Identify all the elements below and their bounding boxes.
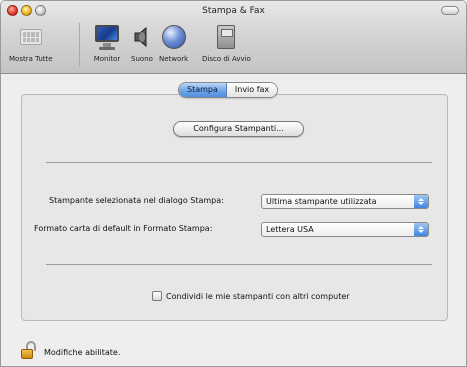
selected-printer-value: Ultima stampante utilizzata	[266, 197, 377, 206]
lock-status-label: Modifiche abilitate.	[44, 348, 121, 357]
toolbar-separator	[79, 23, 80, 67]
configure-printers-button[interactable]: Configura Stampanti...	[173, 121, 304, 137]
toolbar-item-label: Network	[159, 55, 189, 63]
preferences-window: Stampa & Fax Mostra Tutte Monitor Suono …	[0, 0, 467, 367]
toolbar-item-label: Suono	[131, 55, 153, 63]
tab-invio-fax[interactable]: Invio fax	[226, 83, 278, 97]
tab-control: Stampa Invio fax	[178, 82, 279, 98]
tab-stampa[interactable]: Stampa	[179, 83, 227, 97]
toolbar-network-button[interactable]: Network	[159, 23, 188, 63]
speaker-icon	[128, 23, 156, 51]
lock-area: Modifiche abilitate.	[21, 341, 120, 359]
default-paper-label: Formato carta di default in Formato Stam…	[34, 224, 213, 233]
toolbar-toggle-button[interactable]	[441, 6, 459, 15]
share-printers-checkbox[interactable]	[152, 291, 162, 301]
toolbar-item-label: Disco di Avvio	[202, 55, 251, 63]
default-paper-value: Lettera USA	[266, 225, 314, 234]
monitor-icon	[93, 23, 121, 51]
selected-printer-label: Stampante selezionata nel dialogo Stampa…	[49, 196, 224, 205]
default-paper-popup[interactable]: Lettera USA	[261, 222, 429, 237]
selected-printer-popup[interactable]: Ultima stampante utilizzata	[261, 194, 429, 209]
startup-disk-icon	[212, 23, 240, 51]
toolbar-item-label: Monitor	[93, 55, 121, 63]
popup-arrows-icon	[414, 223, 428, 236]
window-toolbar: Stampa & Fax Mostra Tutte Monitor Suono …	[1, 1, 466, 74]
divider	[46, 162, 432, 163]
divider	[46, 264, 432, 265]
toolbar-item-label: Mostra Tutte	[9, 55, 53, 63]
toolbar-show-all-button[interactable]: Mostra Tutte	[9, 23, 53, 63]
toolbar-startup-disk-button[interactable]: Disco di Avvio	[202, 23, 251, 63]
share-printers-label[interactable]: Condividi le mie stampanti con altri com…	[166, 292, 350, 301]
lock-open-icon[interactable]	[21, 341, 37, 359]
network-globe-icon	[160, 23, 188, 51]
share-printers-row: Condividi le mie stampanti con altri com…	[152, 291, 350, 301]
toolbar-monitor-button[interactable]: Monitor	[93, 23, 121, 63]
window-title: Stampa & Fax	[202, 6, 265, 16]
popup-arrows-icon	[414, 195, 428, 208]
show-all-icon	[17, 23, 45, 51]
toolbar-sound-button[interactable]: Suono	[128, 23, 156, 63]
